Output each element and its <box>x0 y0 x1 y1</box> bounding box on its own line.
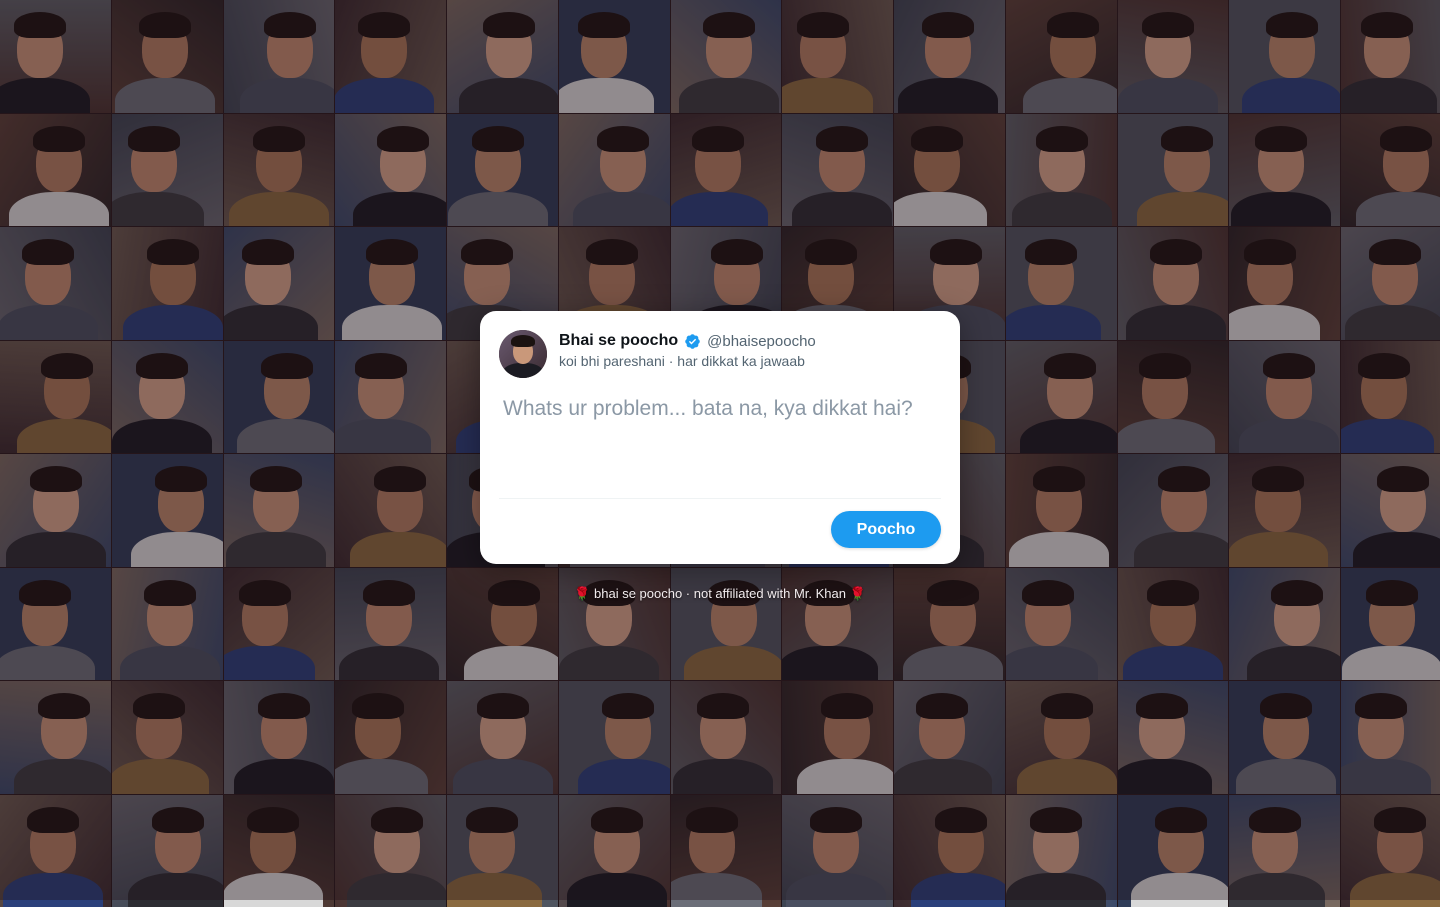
rose-icon: 🌹 <box>574 586 590 601</box>
card-divider <box>499 498 941 499</box>
footer-text: bhai se poocho · not affiliated with Mr.… <box>594 586 846 601</box>
footer-disclaimer: 🌹 bhai se poocho · not affiliated with M… <box>0 586 1440 602</box>
verified-badge-icon <box>684 333 701 350</box>
rose-icon: 🌹 <box>850 586 866 601</box>
profile-name-row: Bhai se poocho @bhaisepoocho <box>559 330 816 352</box>
profile-tagline: koi bhi pareshani · har dikkat ka jawaab <box>559 353 805 369</box>
display-name: Bhai se poocho <box>559 332 678 350</box>
profile-avatar <box>499 330 547 378</box>
profile-handle: @bhaisepoocho <box>707 333 816 350</box>
poocho-submit-button[interactable]: Poocho <box>831 511 941 548</box>
question-input[interactable] <box>499 393 939 491</box>
ask-card: Bhai se poocho @bhaisepoocho koi bhi par… <box>480 311 960 564</box>
